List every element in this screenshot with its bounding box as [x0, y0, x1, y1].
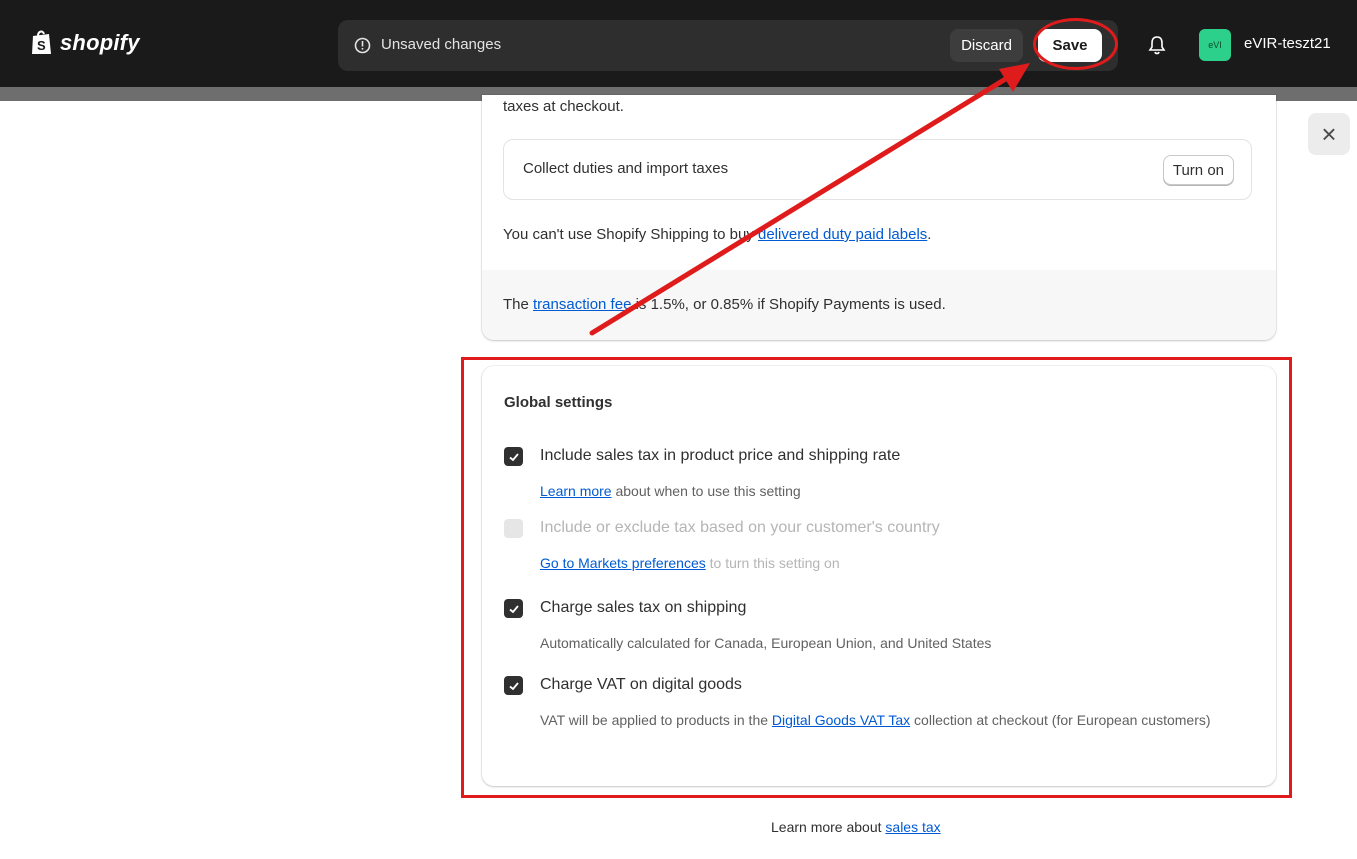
- global-settings-annotation-box: [461, 357, 1292, 798]
- contextual-save-bar: Unsaved changes Discard Save: [338, 20, 1118, 71]
- unsaved-changes-text: Unsaved changes: [381, 36, 502, 53]
- notification-bell-icon[interactable]: [1148, 35, 1166, 55]
- fee-prefix: The: [503, 296, 534, 313]
- delivered-duty-paid-link[interactable]: delivered duty paid labels: [758, 226, 927, 243]
- transaction-fee-footer: The transaction fee is 1.5%, or 0.85% if…: [482, 270, 1276, 340]
- discard-button[interactable]: Discard: [950, 29, 1023, 62]
- shopify-logo[interactable]: S shopify: [30, 30, 140, 56]
- fee-suffix: is 1.5%, or 0.85% if Shopify Payments is…: [631, 296, 946, 313]
- alert-circle-icon: [354, 37, 371, 54]
- top-bar: S shopify Unsaved changes Discard Save e…: [0, 0, 1357, 87]
- shipping-note-text: You can't use Shopify Shipping to buy: [503, 226, 758, 243]
- store-avatar[interactable]: eVI: [1199, 29, 1231, 61]
- save-annotation-ellipse: [1033, 18, 1118, 70]
- transaction-fee-text: The transaction fee is 1.5%, or 0.85% if…: [503, 296, 946, 313]
- shopify-bag-icon: S: [32, 30, 51, 54]
- turn-on-button[interactable]: Turn on: [1162, 155, 1234, 185]
- duties-lead-text: taxes at checkout.: [503, 98, 624, 115]
- brand-name: shopify: [60, 30, 140, 55]
- collect-duties-label: Collect duties and import taxes: [523, 160, 729, 177]
- close-icon: ×: [1321, 118, 1337, 149]
- store-name[interactable]: eVIR-teszt21: [1244, 35, 1331, 52]
- transaction-fee-link[interactable]: transaction fee: [533, 296, 631, 313]
- collect-duties-row: Collect duties and import taxes Turn on: [503, 139, 1252, 200]
- sales-tax-link[interactable]: sales tax: [885, 819, 940, 835]
- close-button[interactable]: ×: [1308, 113, 1350, 155]
- shipping-note: You can't use Shopify Shipping to buy de…: [503, 226, 931, 243]
- svg-text:S: S: [37, 38, 46, 53]
- learn-more-sales-tax: Learn more about sales tax: [771, 819, 941, 835]
- learn-more-prefix: Learn more about: [771, 819, 886, 835]
- shipping-note-end: .: [927, 226, 932, 243]
- duties-card: taxes at checkout. Collect duties and im…: [482, 95, 1276, 340]
